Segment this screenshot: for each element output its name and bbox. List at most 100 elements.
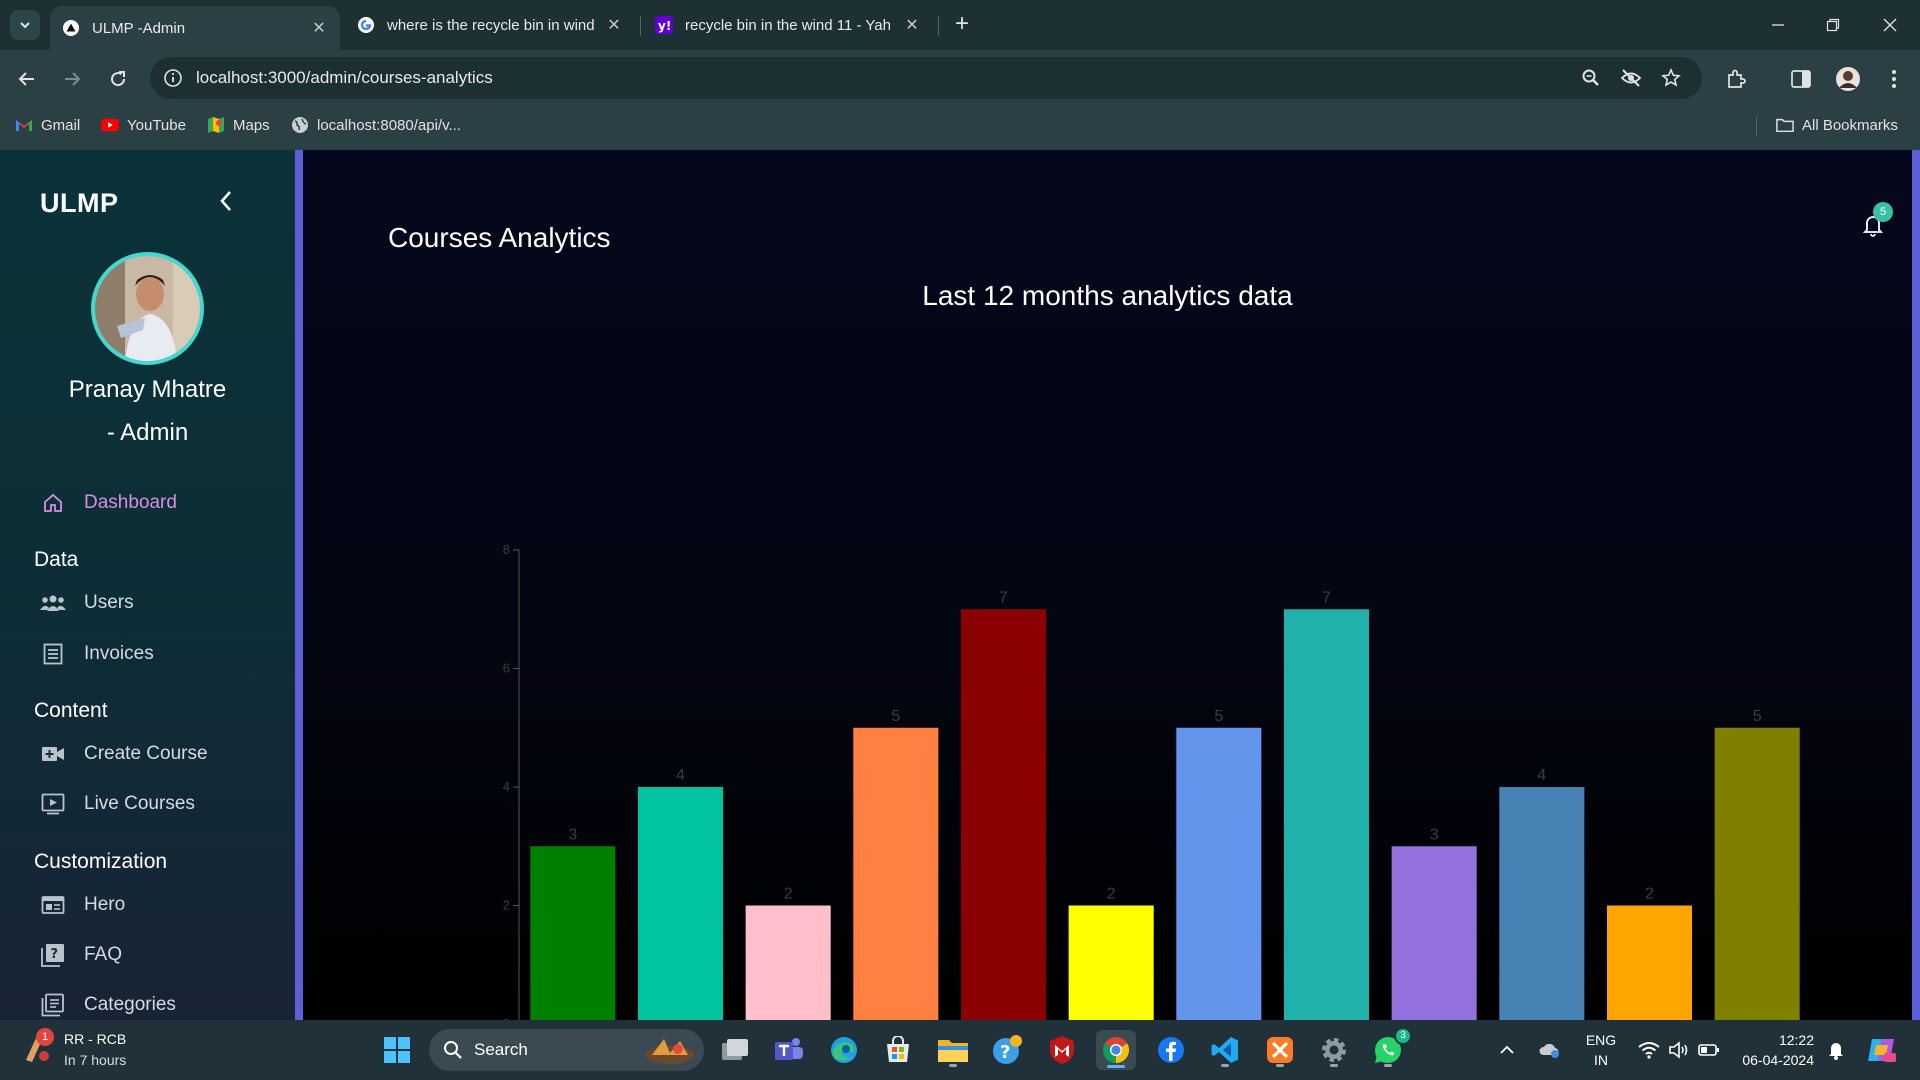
reload-button[interactable]: [103, 64, 133, 94]
ulmp-triangle-icon: [62, 19, 80, 37]
taskbar-search[interactable]: Search: [429, 1029, 704, 1071]
chrome-app[interactable]: [1096, 1030, 1136, 1070]
section-heading-content: Content: [34, 699, 108, 722]
sidebar-item-hero[interactable]: Hero: [40, 888, 125, 922]
tab-google-search[interactable]: where is the recycle bin in wind ✕: [345, 8, 635, 42]
sidebar-item-categories[interactable]: Categories: [40, 988, 176, 1020]
bar-nov-2023[interactable]: [1176, 727, 1262, 1020]
restore-window-button[interactable]: [1820, 12, 1846, 38]
zoom-icon[interactable]: [1580, 67, 1602, 89]
address-bar[interactable]: localhost:3000/admin/courses-analytics: [150, 57, 1702, 99]
vscode-app[interactable]: [1205, 1030, 1245, 1070]
sidebar-item-faq[interactable]: ? FAQ: [40, 938, 122, 972]
bar-july-2023[interactable]: [745, 905, 831, 1021]
close-tab-icon[interactable]: ✕: [605, 15, 623, 35]
mcafee-app[interactable]: [1042, 1030, 1082, 1070]
profile-avatar[interactable]: [1834, 65, 1862, 93]
sidebar-item-label: FAQ: [84, 944, 123, 965]
gmail-icon: [15, 116, 33, 134]
tab-divider: [640, 16, 641, 36]
running-indicator: [1384, 1064, 1392, 1067]
running-indicator: [949, 1064, 957, 1067]
clock[interactable]: 12:22 06-04-2024: [1730, 1032, 1814, 1068]
file-explorer-app[interactable]: [933, 1030, 973, 1070]
side-panel-icon[interactable]: [1787, 65, 1815, 93]
close-tab-icon[interactable]: ✕: [310, 18, 328, 38]
section-heading-customization: Customization: [34, 850, 168, 873]
browser-toolbar: localhost:3000/admin/courses-analytics: [0, 50, 1920, 108]
volume-icon: [1669, 1041, 1688, 1059]
bar-sept-2023[interactable]: [960, 609, 1047, 1020]
sidebar-item-label: Categories: [84, 994, 176, 1015]
quick-settings-button[interactable]: [1634, 1030, 1724, 1070]
onedrive-status[interactable]: [1535, 1030, 1565, 1070]
copilot-button[interactable]: [1862, 1030, 1902, 1070]
whatsapp-app[interactable]: 3: [1368, 1027, 1412, 1070]
teams-app[interactable]: [769, 1030, 809, 1070]
sidebar-item-dashboard[interactable]: Dashboard: [40, 486, 177, 520]
edge-app[interactable]: [824, 1030, 864, 1070]
bookmark-star-icon[interactable]: [1660, 67, 1682, 89]
bar-jan-2024[interactable]: [1391, 846, 1477, 1020]
microsoft-store-app[interactable]: [878, 1030, 918, 1070]
tab-yahoo-search[interactable]: y! recycle bin in the wind 11 - Yah ✕: [643, 8, 933, 42]
search-highlight-icon: [646, 1039, 694, 1064]
page-scrollbar[interactable]: [1912, 150, 1920, 1020]
bookmark-label: Gmail: [41, 116, 81, 134]
brand-logo-text[interactable]: ULMP: [40, 188, 119, 219]
bar-des-2023[interactable]: [1283, 609, 1370, 1020]
chart-title: Last 12 months analytics data: [922, 280, 1293, 311]
lang-code: ENG: [1585, 1032, 1617, 1048]
bookmark-maps[interactable]: Maps: [207, 108, 270, 142]
eye-off-icon[interactable]: [1620, 67, 1642, 89]
tray-overflow-button[interactable]: [1492, 1030, 1522, 1070]
chevron-up-icon: [1500, 1045, 1514, 1054]
help-app[interactable]: ?: [987, 1030, 1027, 1070]
close-window-button[interactable]: [1877, 12, 1903, 38]
bookmark-localhost-api[interactable]: localhost:8080/api/v...: [291, 108, 461, 142]
sidebar-item-live-courses[interactable]: Live Courses: [40, 787, 195, 821]
arrow-right-icon: [65, 72, 81, 86]
forward-button[interactable]: [57, 64, 87, 94]
collapse-sidebar-button[interactable]: [212, 186, 240, 216]
bar-oct-2023[interactable]: [1068, 905, 1154, 1021]
extensions-icon[interactable]: [1722, 65, 1750, 93]
tab-search-button[interactable]: [10, 10, 40, 40]
bookmark-youtube[interactable]: YouTube: [101, 108, 186, 142]
language-indicator[interactable]: ENG IN: [1578, 1032, 1624, 1068]
sidebar-item-users[interactable]: Users: [40, 586, 134, 620]
start-button[interactable]: [377, 1030, 417, 1070]
xampp-app[interactable]: [1260, 1030, 1300, 1070]
hero-web-icon: [40, 892, 66, 918]
bar-april-2024[interactable]: [1714, 727, 1800, 1020]
avatar[interactable]: [91, 252, 204, 365]
search-icon: [444, 1041, 462, 1059]
settings-app[interactable]: [1314, 1030, 1354, 1070]
bar-data-label: 5: [1753, 708, 1762, 725]
all-bookmarks-button[interactable]: All Bookmarks: [1776, 108, 1898, 142]
sidebar-item-invoices[interactable]: Invoices: [40, 637, 154, 671]
xampp-icon: [1267, 1037, 1293, 1063]
close-tab-icon[interactable]: ✕: [903, 15, 921, 35]
url-text[interactable]: localhost:3000/admin/courses-analytics: [196, 57, 493, 99]
bookmark-gmail[interactable]: Gmail: [15, 108, 80, 142]
bar-feb-2024[interactable]: [1499, 787, 1585, 1020]
sidebar-item-create-course[interactable]: Create Course: [40, 737, 208, 771]
bar-aug-2023[interactable]: [853, 727, 939, 1020]
notifications-button[interactable]: [1822, 1030, 1850, 1070]
bar-mar-2024[interactable]: [1606, 905, 1693, 1021]
task-view-button[interactable]: [715, 1030, 755, 1070]
search-label: Search: [474, 1040, 528, 1059]
sidebar-scrollbar[interactable]: [295, 150, 303, 1020]
bar-may-2023[interactable]: [530, 846, 616, 1020]
facebook-app[interactable]: [1151, 1030, 1191, 1070]
minimize-window-button[interactable]: [1765, 12, 1791, 38]
tab-ulmp-admin[interactable]: ULMP -Admin ✕: [50, 6, 340, 50]
back-button[interactable]: [12, 64, 42, 94]
browser-menu-icon[interactable]: [1880, 65, 1908, 93]
site-info-icon[interactable]: [162, 67, 184, 89]
bar-jun-2023[interactable]: [637, 787, 724, 1020]
weather-badge: 1: [36, 1028, 54, 1046]
running-indicator: [1330, 1064, 1338, 1067]
new-tab-button[interactable]: +: [948, 11, 976, 39]
